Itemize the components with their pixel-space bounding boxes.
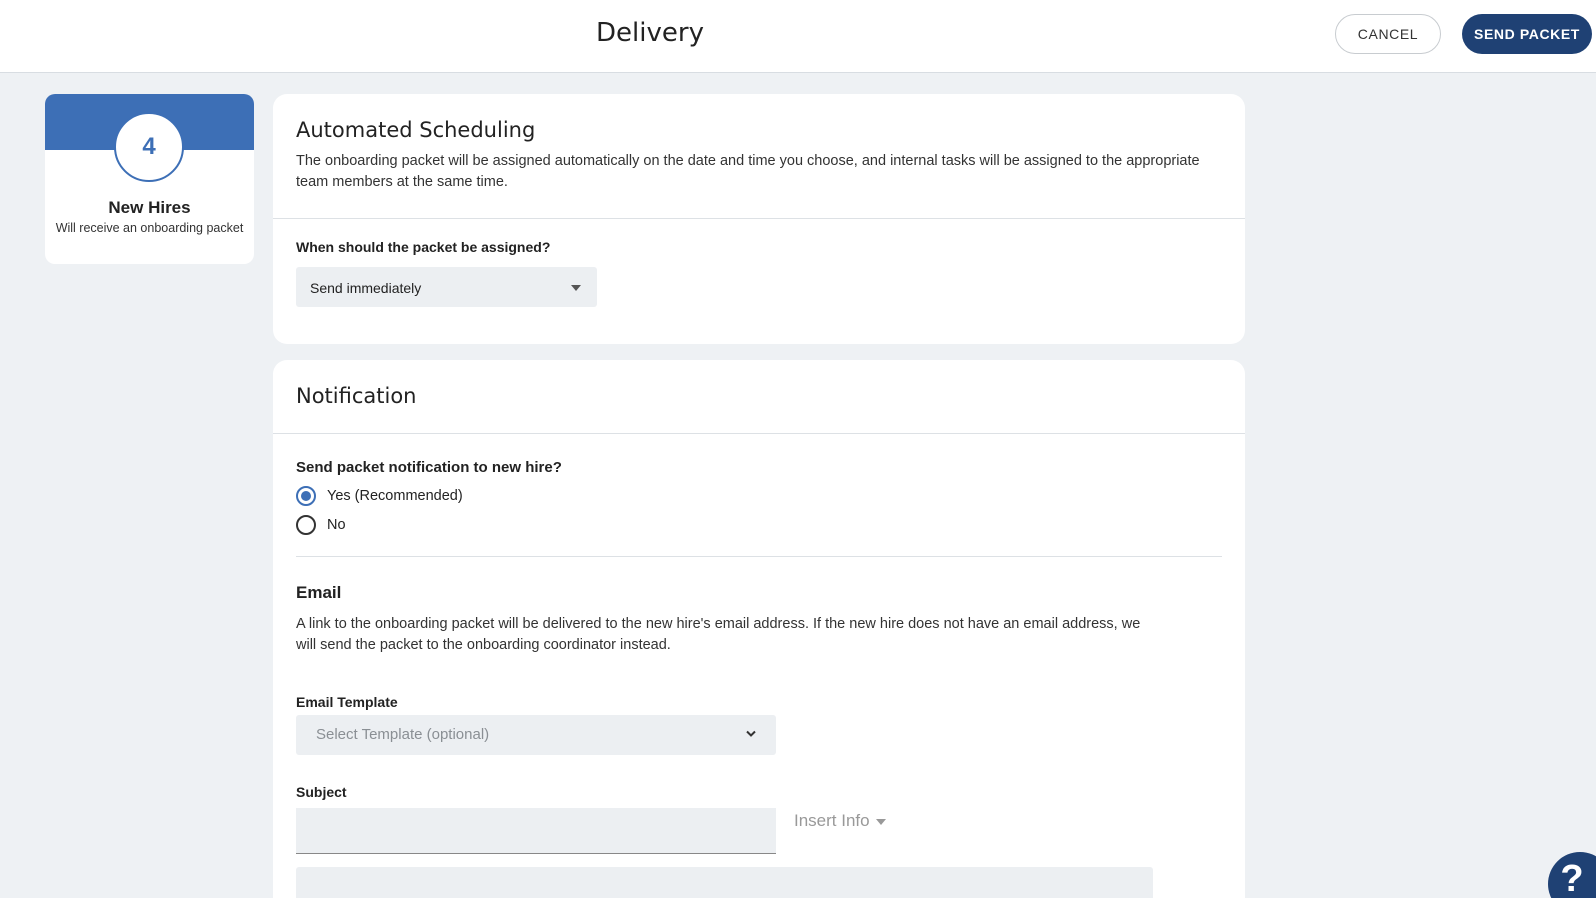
subject-input[interactable] [296,808,776,854]
page-title: Delivery [596,18,704,48]
caret-down-icon [875,818,886,825]
notification-card: Notification Send packet notification to… [273,360,1245,898]
notify-question-label: Send packet notification to new hire? [296,459,562,476]
radio-yes-label: Yes (Recommended) [327,488,463,504]
email-template-label: Email Template [296,694,398,710]
email-template-select[interactable]: Select Template (optional) [296,715,776,755]
divider [273,433,1245,434]
assign-timing-value: Send immediately [310,280,422,296]
new-hires-summary-card: 4 New Hires Will receive an onboarding p… [45,94,254,264]
divider [273,218,1245,219]
automated-scheduling-card: Automated Scheduling The onboarding pack… [273,94,1245,344]
new-hires-subtext: Will receive an onboarding packet [55,221,244,235]
subject-label: Subject [296,784,347,800]
notification-title: Notification [296,384,417,408]
email-section-title: Email [296,583,342,602]
send-packet-button[interactable]: SEND PACKET [1462,14,1592,54]
cancel-button[interactable]: CANCEL [1335,14,1441,54]
new-hires-label: New Hires [108,198,191,217]
insert-info-dropdown[interactable]: Insert Info [794,811,886,831]
divider [296,556,1222,557]
scheduling-description: The onboarding packet will be assigned a… [296,153,1200,190]
assign-timing-select[interactable]: Send immediately [296,267,597,307]
top-bar: Delivery CANCEL SEND PACKET [0,0,1596,73]
email-body-editor[interactable] [296,867,1153,898]
new-hires-count: 4 [114,112,184,182]
email-template-placeholder: Select Template (optional) [316,726,490,743]
email-description: A link to the onboarding packet will be … [296,616,1141,653]
caret-down-icon [571,285,581,291]
radio-no-control[interactable] [296,515,316,535]
assign-timing-label: When should the packet be assigned? [296,239,551,255]
chevron-down-icon [746,730,756,737]
insert-info-label: Insert Info [794,811,870,830]
scheduling-title: Automated Scheduling [296,118,536,142]
radio-yes-control[interactable] [296,486,316,506]
radio-no-label: No [327,517,346,533]
help-icon[interactable]: ? [1548,852,1596,898]
